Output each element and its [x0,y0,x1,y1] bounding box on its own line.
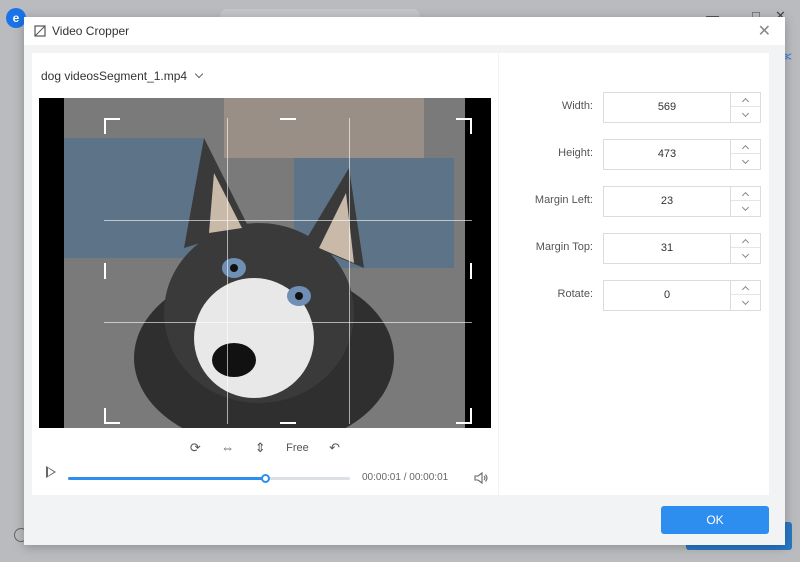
rotate-increment-button[interactable] [731,281,760,295]
dialog-title: Video Cropper [52,24,130,38]
crop-handle-top-right[interactable] [456,118,472,134]
crop-handle-bottom[interactable] [280,422,296,424]
grid-line [104,321,472,323]
progress-thumb[interactable] [261,474,271,483]
file-name-label: dog videosSegment_1.mp4 [41,69,188,83]
grid-line [349,118,351,424]
crop-handle-left[interactable] [104,263,106,279]
margin-left-increment-button[interactable] [731,187,760,201]
margin-left-input[interactable]: 23 [603,186,730,217]
crop-frame[interactable] [104,118,472,424]
video-preview[interactable] [39,98,491,428]
grid-line [104,219,472,221]
margin-left-stepper [730,186,761,217]
width-increment-button[interactable] [731,93,760,107]
height-input[interactable]: 473 [603,139,730,170]
rotate-decrement-button[interactable] [731,296,760,310]
margin-top-row: Margin Top: 31 [499,233,769,264]
width-decrement-button[interactable] [731,108,760,122]
ok-button[interactable]: OK [661,506,769,534]
reset-icon[interactable]: ↶ [329,440,340,456]
width-stepper [730,92,761,123]
preview-panel: dog videosSegment_1.mp4 ⟳ ⇔ ⇕ Free ↶ 00:… [32,53,498,495]
progress-slider[interactable] [68,474,350,483]
width-input[interactable]: 569 [603,92,730,123]
close-icon[interactable]: ✕ [758,21,771,41]
file-select-dropdown[interactable]: dog videosSegment_1.mp4 [41,69,204,83]
margin-left-label: Margin Left: [534,194,593,206]
height-decrement-button[interactable] [731,155,760,169]
crop-handle-top[interactable] [280,118,296,120]
crop-icon [34,25,46,37]
rotate-input[interactable]: 0 [603,280,730,311]
width-row: Width: 569 [499,92,769,123]
width-label: Width: [561,100,593,112]
rotate-icon[interactable]: ⟳ [190,440,201,456]
height-row: Height: 473 [499,139,769,170]
height-increment-button[interactable] [731,140,760,154]
rotate-row: Rotate: 0 [499,280,769,311]
chevron-down-icon [195,69,204,79]
rotate-label: Rotate: [557,288,593,300]
crop-handle-top-left[interactable] [104,118,120,134]
player-controls: 00:00:01 / 00:00:01 [32,466,498,488]
margin-left-row: Margin Left: 23 [499,186,769,217]
crop-handle-bottom-right[interactable] [456,408,472,424]
crop-settings-panel: Width: 569 Height: 473 Margin Left: 23 M… [499,53,769,495]
margin-top-increment-button[interactable] [731,234,760,248]
time-display: 00:00:01 / 00:00:01 [362,472,449,483]
video-cropper-dialog: Video Cropper ✕ dog videosSegment_1.mp4 [24,17,785,545]
margin-left-decrement-button[interactable] [731,202,760,216]
grid-line [226,118,228,424]
crop-toolbar: ⟳ ⇔ ⇕ Free ↶ [32,439,498,459]
margin-top-input[interactable]: 31 [603,233,730,264]
dialog-header: Video Cropper ✕ [24,17,785,45]
volume-icon[interactable] [473,470,489,486]
progress-fill [68,477,266,480]
height-label: Height: [558,147,593,159]
crop-handle-bottom-left[interactable] [104,408,120,424]
app-logo: e [6,8,26,28]
rotate-stepper [730,280,761,311]
video-frame [64,98,472,428]
margin-top-stepper [730,233,761,264]
flip-vertical-icon[interactable]: ⇕ [255,440,266,456]
margin-top-decrement-button[interactable] [731,249,760,263]
crop-handle-right[interactable] [470,263,472,279]
aspect-ratio-select[interactable]: Free [286,442,309,454]
flip-horizontal-icon[interactable]: ⇔ [221,440,234,455]
height-stepper [730,139,761,170]
margin-top-label: Margin Top: [535,241,593,253]
